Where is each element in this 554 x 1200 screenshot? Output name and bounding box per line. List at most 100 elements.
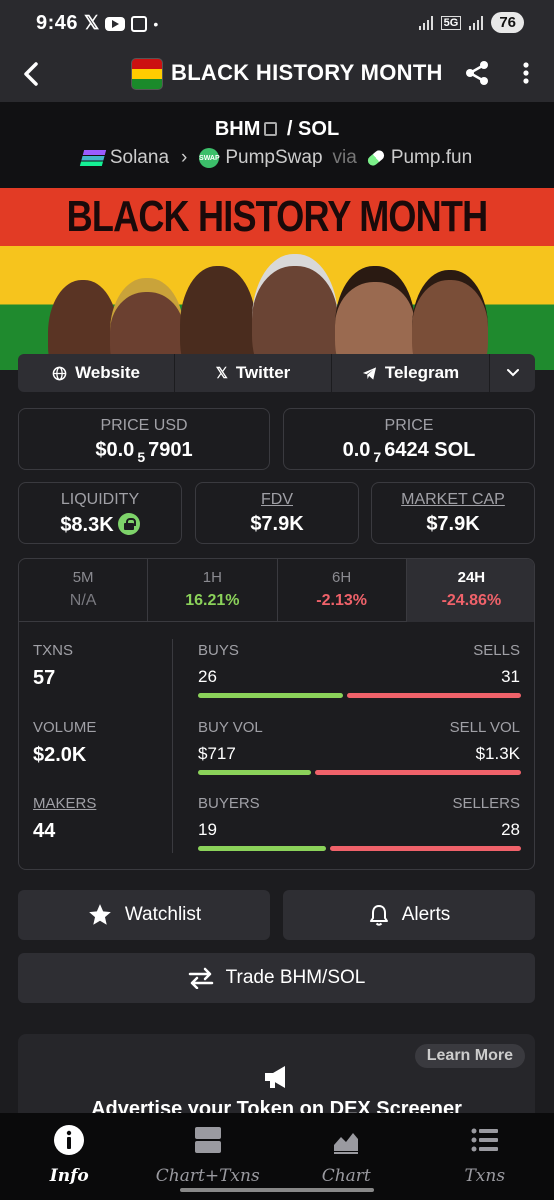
market-cap-label[interactable]: MARKET CAP [372,491,534,509]
dot-icon: • [153,15,159,32]
stats-divider [172,639,173,853]
status-system-icons: 5G 76 [418,12,524,33]
buyers-value: 19 [198,820,217,839]
buys-value: 26 [198,667,217,686]
chain-link[interactable]: Solana [110,147,169,169]
market-cap-card[interactable]: MARKET CAP $7.9K [371,482,535,544]
tab-24h[interactable]: 24H -24.86% [406,559,534,622]
volume-label: VOLUME [33,719,97,736]
globe-icon [52,366,67,380]
sellers-bar-fill [330,846,521,851]
tab-6h-label: 6H [332,569,352,586]
buyers-label: BUYERS [198,795,260,812]
launchpad-link[interactable]: Pump.fun [391,147,472,169]
trade-button[interactable]: Trade BHM/SOL [18,953,535,1003]
share-icon [466,61,488,85]
website-label: Website [75,363,140,382]
price-usd-value: $0.0 5 7901 [19,439,269,465]
youtube-icon [105,16,126,31]
makers-ratio-bar [198,846,521,851]
info-icon [54,1125,85,1155]
fdv-label[interactable]: FDV [196,491,358,509]
back-button[interactable] [14,56,48,100]
buy-vol-label: BUY VOL [198,719,263,736]
advertise-banner[interactable]: Learn More Advertise your Token on DEX S… [18,1034,535,1124]
fdv-card[interactable]: FDV $7.9K [195,482,359,544]
nav-info[interactable]: Info [0,1113,139,1200]
bell-icon [369,905,388,926]
buyers-bar-fill [198,846,326,851]
sells-value: 31 [501,667,520,686]
pair-separator: / [286,118,293,140]
tab-1h-change: 16.21% [185,592,240,609]
pair-header: BHM / SOL Solana › SWAP PumpSwap via Pum… [0,102,554,188]
sellers-value: 28 [501,820,520,839]
app-bar: BLACK HISTORY MONTH [0,48,554,102]
sell-vol-bar-fill [315,770,521,775]
price-native-prefix: 0.0 [342,439,371,461]
tab-6h-change: -2.13% [316,592,367,609]
pumpfun-icon [365,148,386,168]
banner-title: BLACK HISTORY MONTH [66,192,489,241]
tab-1h[interactable]: 1H 16.21% [148,559,278,622]
chevron-down-icon [506,369,519,377]
price-native-zero-count: 7 [373,449,382,465]
nav-chart[interactable]: Chart [277,1113,416,1200]
dex-link[interactable]: PumpSwap [225,147,322,169]
token-logo [131,58,163,90]
liquidity-card: LIQUIDITY $8.3K [18,482,182,544]
copy-icon[interactable] [264,122,278,136]
share-button[interactable] [462,58,492,88]
liquidity-label: LIQUIDITY [60,491,140,508]
chain-breadcrumb: Solana › SWAP PumpSwap via Pump.fun [0,147,554,169]
more-options-button[interactable] [518,58,534,88]
more-links-dropdown[interactable] [490,354,535,392]
telegram-button[interactable]: Telegram [332,354,490,392]
website-button[interactable]: Website [18,354,175,392]
watchlist-button[interactable]: Watchlist [18,890,270,940]
pumpswap-icon: SWAP [199,148,220,168]
network-type: 5G [440,15,462,30]
buys-label: BUYS [198,642,239,659]
twitter-button[interactable]: 𝕏 Twitter [175,354,332,392]
star-icon [88,904,111,925]
tab-24h-change: -24.86% [441,592,502,609]
buys-sells-ratio-bar [198,693,521,698]
telegram-icon [362,366,376,380]
volume-ratio-bar [198,770,521,775]
fdv-value: $7.9K [250,513,304,535]
list-icon [471,1128,498,1152]
nav-chart-txns[interactable]: Chart+Txns [139,1113,278,1200]
gesture-handle [180,1188,374,1192]
nav-txns[interactable]: Txns [416,1113,554,1200]
x-icon: 𝕏 [215,365,228,382]
megaphone-icon [265,1066,285,1088]
tab-5m[interactable]: 5M N/A [19,559,149,622]
x-logo-icon: 𝕏 [84,13,100,34]
status-bar: 9:46 𝕏 • 5G 76 [0,0,554,48]
makers-value: 44 [33,820,56,842]
chevron-right-icon: › [181,147,188,168]
makers-label[interactable]: MAKERS [33,795,96,812]
price-native-card: PRICE 0.0 7 6424 SOL [283,408,535,470]
pumpswap-badge: SWAP [199,154,220,162]
sell-vol-value: $1.3K [475,744,520,763]
token-banner-image: BLACK HISTORY MONTH [0,188,554,370]
price-usd-prefix: $0.0 [95,439,135,461]
nav-txns-label: Txns [464,1166,506,1186]
tab-5m-change: N/A [69,592,97,609]
sellers-label: SELLERS [452,795,520,812]
txns-value: 57 [33,667,56,689]
solana-icon [79,150,106,166]
status-time: 9:46 [36,12,79,34]
txns-label: TXNS [33,642,74,659]
buy-vol-value: $717 [198,744,236,763]
battery-indicator: 76 [491,12,524,33]
learn-more-button[interactable]: Learn More [414,1044,525,1068]
tab-6h[interactable]: 6H -2.13% [278,559,407,622]
alerts-button[interactable]: Alerts [283,890,535,940]
lock-icon[interactable] [117,513,140,535]
telegram-label: Telegram [384,363,460,382]
more-vertical-icon [523,62,529,84]
base-symbol: BHM [214,118,261,140]
